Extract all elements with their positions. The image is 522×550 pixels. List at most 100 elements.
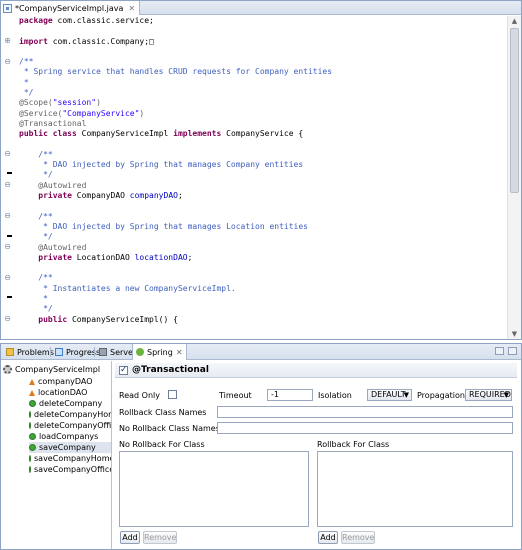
- code-line[interactable]: */: [19, 232, 507, 242]
- code-token: CompanyDAO: [76, 191, 130, 201]
- code-line[interactable]: @Autowired: [19, 181, 507, 191]
- scroll-up-icon[interactable]: ▲: [508, 16, 521, 26]
- code-line[interactable]: @Service("CompanyService"): [19, 109, 507, 119]
- editor-tab[interactable]: *CompanyServiceImpl.java ✕: [1, 1, 141, 15]
- servers-icon: [99, 348, 107, 356]
- code-line[interactable]: /**: [19, 150, 507, 160]
- tree-item-loadCompanys[interactable]: loadCompanys: [29, 431, 111, 442]
- field-icon: [29, 389, 35, 396]
- code-editor[interactable]: *CompanyServiceImpl.java ✕ ⊕ ⊖ ⊖ ⊖ ⊖ ⊖ ⊖…: [0, 0, 522, 340]
- add-no-rollback-button[interactable]: Add: [120, 531, 140, 544]
- properties-title: @Transactional: [132, 365, 209, 375]
- add-rollback-button[interactable]: Add: [318, 531, 338, 544]
- code-line[interactable]: package com.classic.service;: [19, 16, 507, 26]
- code-token: /**: [19, 57, 34, 67]
- collapse-fold-icon[interactable]: ⊖: [3, 149, 12, 158]
- propagation-select[interactable]: REQUIRED ▼: [465, 389, 512, 401]
- timeout-field[interactable]: -1: [267, 389, 313, 401]
- code-token: *: [19, 77, 29, 87]
- collapse-fold-icon[interactable]: ⊖: [3, 314, 12, 323]
- code-line[interactable]: [19, 26, 507, 36]
- close-icon[interactable]: ✕: [128, 4, 135, 13]
- code-line[interactable]: * Spring service that handles CRUD reque…: [19, 67, 507, 77]
- code-line[interactable]: [19, 263, 507, 273]
- method-icon: [29, 411, 31, 418]
- tree-item-label: loadCompanys: [39, 432, 99, 441]
- code-line[interactable]: [19, 201, 507, 211]
- code-line[interactable]: * DAO injected by Spring that manages Co…: [19, 160, 507, 170]
- code-token: public: [19, 314, 72, 324]
- tree-item-deleteCompanyOffice[interactable]: deleteCompanyOffice: [29, 420, 111, 431]
- editor-scrollbar[interactable]: ▲ ▼: [507, 16, 521, 339]
- tree-root-label: CompanyServiceImpl: [15, 365, 101, 374]
- code-line[interactable]: /**: [19, 212, 507, 222]
- code-line[interactable]: private CompanyDAO companyDAO;: [19, 191, 507, 201]
- tree-root[interactable]: CompanyServiceImpl: [3, 364, 100, 375]
- minimize-icon[interactable]: [495, 347, 504, 355]
- tree-item-companyDAO[interactable]: companyDAO: [29, 376, 111, 387]
- code-line[interactable]: * DAO injected by Spring that manages Lo…: [19, 222, 507, 232]
- change-marker: [7, 235, 12, 237]
- code-line[interactable]: /**: [19, 273, 507, 283]
- rollback-for-class-list[interactable]: [317, 451, 513, 527]
- progress-icon: [55, 348, 63, 356]
- collapse-fold-icon[interactable]: ⊖: [3, 273, 12, 282]
- code-line[interactable]: */: [19, 170, 507, 180]
- code-line[interactable]: public class CompanyServiceImpl implemen…: [19, 129, 507, 139]
- code-text[interactable]: package com.classic.service; import com.c…: [19, 16, 507, 339]
- code-line[interactable]: [19, 47, 507, 57]
- code-token: private: [19, 252, 77, 262]
- code-line[interactable]: */: [19, 88, 507, 98]
- code-line[interactable]: private LocationDAO locationDAO;: [19, 253, 507, 263]
- tree-item-label: deleteCompanyOffice: [34, 421, 112, 430]
- rollback-class-names-field[interactable]: [217, 406, 513, 418]
- isolation-select[interactable]: DEFAULT ▼: [367, 389, 412, 401]
- code-line[interactable]: /**: [19, 57, 507, 67]
- no-rollback-class-names-field[interactable]: [217, 422, 513, 434]
- code-line[interactable]: *: [19, 294, 507, 304]
- outline-tree[interactable]: CompanyServiceImpl companyDAO locationDA…: [1, 361, 112, 549]
- tree-item-saveCompany[interactable]: saveCompany: [29, 442, 111, 453]
- code-token: * Spring service that handles CRUD reque…: [19, 67, 333, 77]
- tree-item-deleteCompany[interactable]: deleteCompany: [29, 398, 111, 409]
- tree-item-deleteCompanyHome[interactable]: deleteCompanyHome: [29, 409, 111, 420]
- remove-no-rollback-button[interactable]: Remove: [143, 531, 177, 544]
- close-icon[interactable]: ✕: [176, 348, 183, 357]
- maximize-icon[interactable]: [508, 347, 517, 355]
- expand-fold-icon[interactable]: ⊕: [3, 36, 12, 45]
- code-line[interactable]: */: [19, 304, 507, 314]
- read-only-label: Read Only: [119, 391, 160, 400]
- code-line[interactable]: [19, 140, 507, 150]
- collapse-fold-icon[interactable]: ⊖: [3, 57, 12, 66]
- code-token: □: [149, 36, 154, 46]
- code-token: "CompanyService": [62, 108, 140, 118]
- collapse-fold-icon[interactable]: ⊖: [3, 180, 12, 189]
- tab-problems[interactable]: Problems: [3, 344, 57, 360]
- scroll-down-icon[interactable]: ▼: [508, 329, 521, 339]
- remove-rollback-button[interactable]: Remove: [341, 531, 375, 544]
- tree-item-locationDAO[interactable]: locationDAO: [29, 387, 111, 398]
- code-line[interactable]: *: [19, 78, 507, 88]
- transactional-checkbox[interactable]: [119, 365, 128, 375]
- code-line[interactable]: public CompanyServiceImpl() {: [19, 315, 507, 325]
- code-line[interactable]: import com.classic.Company;□: [19, 37, 507, 47]
- scrollbar-thumb[interactable]: [510, 28, 519, 193]
- collapse-fold-icon[interactable]: ⊖: [3, 242, 12, 251]
- code-line[interactable]: * Instantiates a new CompanyServiceImpl.: [19, 284, 507, 294]
- isolation-value: DEFAULT: [371, 390, 406, 399]
- no-rollback-for-class-list[interactable]: [119, 451, 309, 527]
- code-line[interactable]: @Autowired: [19, 243, 507, 253]
- read-only-checkbox[interactable]: [168, 390, 177, 399]
- code-line[interactable]: @Transactional: [19, 119, 507, 129]
- code-line[interactable]: @Scope("session"): [19, 98, 507, 108]
- tree-item-saveCompanyHomeC[interactable]: saveCompanyHomeC: [29, 453, 111, 464]
- code-token: com.classic.Company;: [52, 36, 150, 46]
- code-token: implements: [173, 129, 227, 139]
- method-icon: [29, 444, 36, 451]
- timeout-label: Timeout: [219, 391, 252, 400]
- code-token: @Autowired: [19, 242, 87, 252]
- tab-spring[interactable]: Spring ✕: [132, 344, 187, 360]
- editor-body[interactable]: ⊕ ⊖ ⊖ ⊖ ⊖ ⊖ ⊖ ⊖ package com.classic.serv…: [1, 16, 521, 339]
- tree-item-saveCompanyOffices[interactable]: saveCompanyOffices: [29, 464, 111, 475]
- collapse-fold-icon[interactable]: ⊖: [3, 211, 12, 220]
